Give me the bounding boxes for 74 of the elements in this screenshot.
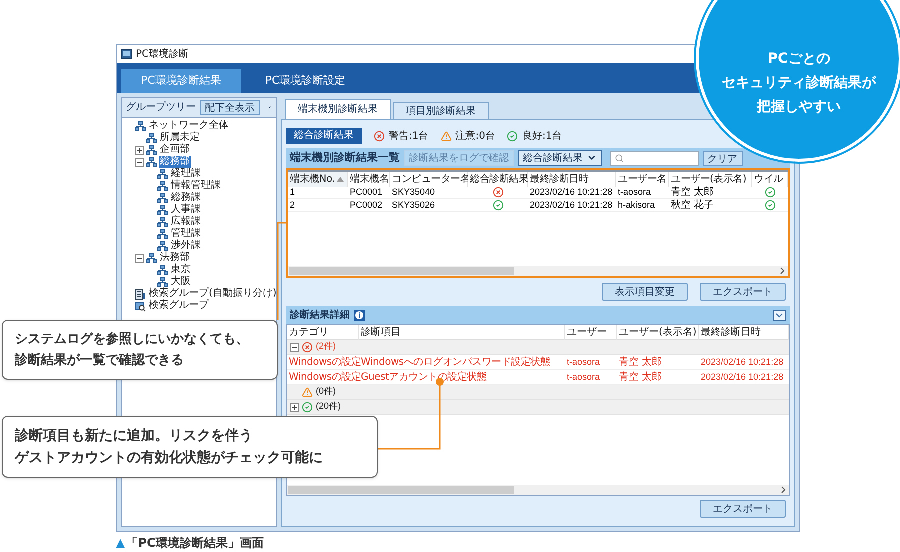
tree-item[interactable]: 企画部 bbox=[159, 144, 191, 156]
table-cell-text: PC0002 bbox=[349, 199, 384, 212]
callout-text: 診断項目も新たに追加。リスクを伴う ゲストアカウントの有効化状態がチェック可能に bbox=[15, 426, 324, 468]
summary-count: 良好:1台 bbox=[522, 130, 562, 144]
tree-item[interactable]: 経理課 bbox=[170, 168, 202, 180]
detail-title: 診断結果詳細 bbox=[290, 308, 350, 322]
export-button[interactable]: エクスポート bbox=[700, 500, 786, 518]
group-count: (2件) bbox=[316, 340, 336, 354]
show-all-button[interactable]: 配下全表示 bbox=[200, 100, 260, 115]
table-cell-text: 2 bbox=[289, 199, 296, 212]
tree-item[interactable]: 人事課 bbox=[170, 204, 202, 216]
tree-item[interactable]: 広報課 bbox=[170, 216, 202, 228]
filter-dropdown[interactable]: 総合診断結果 bbox=[518, 150, 602, 166]
table-cell-text: Windowsの設定 bbox=[288, 370, 359, 385]
table-cell-text: SKY35026 bbox=[391, 199, 436, 212]
tree-item[interactable]: 渉外課 bbox=[170, 240, 202, 252]
table-cell-text: 2023/02/16 10:21:28 bbox=[529, 186, 614, 199]
table-cell-text: h-akisora bbox=[617, 199, 656, 212]
panel-title: グループツリー bbox=[126, 100, 196, 115]
tree-item[interactable]: 情報管理課 bbox=[170, 180, 222, 192]
result-tab[interactable]: 項目別診断結果 bbox=[393, 102, 489, 119]
table-cell-text: PC0001 bbox=[349, 186, 384, 199]
tree-item[interactable]: 検索グループ(自動振り分け) bbox=[148, 288, 278, 300]
table-cell-text: t-aosora bbox=[566, 356, 602, 369]
callout-text: システムログを参照しにいかなくても、 診断結果が一覧で確認できる bbox=[15, 331, 250, 370]
summary-count: 注意:0台 bbox=[456, 130, 496, 144]
column-header[interactable]: ユーザー(表示名) bbox=[619, 325, 697, 340]
summary-label: 総合診断結果 bbox=[286, 128, 362, 144]
tree-item[interactable]: 東京 bbox=[170, 264, 192, 276]
table-cell-text: 2023/02/16 10:21:28 bbox=[700, 371, 785, 384]
table-cell-text: SKY35040 bbox=[391, 186, 436, 199]
column-header[interactable]: 端末機No. bbox=[288, 172, 348, 187]
group-count: (20件) bbox=[316, 400, 342, 414]
toolbar-button[interactable]: 表示項目変更 bbox=[602, 283, 688, 301]
column-header[interactable]: 端末機名 bbox=[348, 172, 390, 187]
table-cell-text: 青空 太郎 bbox=[670, 186, 716, 199]
column-header[interactable]: ユーザー名 bbox=[616, 172, 669, 187]
table-cell-text: 秋空 花子 bbox=[670, 199, 716, 212]
tree-item[interactable]: 管理課 bbox=[170, 228, 202, 240]
table-cell-text: t-aosora bbox=[566, 371, 602, 384]
column-header[interactable]: ユーザー(表示名) bbox=[669, 172, 752, 187]
tree-item[interactable]: 検索グループ bbox=[148, 300, 210, 312]
window-title: PC環境診断 bbox=[136, 48, 190, 62]
column-header[interactable]: 総合診断結果 bbox=[468, 172, 528, 187]
tree-item[interactable]: ネットワーク全体 bbox=[148, 120, 230, 132]
column-header[interactable]: 最終診断日時 bbox=[528, 172, 616, 187]
tree-item[interactable]: 法務部 bbox=[159, 252, 191, 264]
result-tab[interactable]: 端末機別診断結果 bbox=[285, 99, 391, 119]
toolbar-button[interactable]: エクスポート bbox=[700, 283, 786, 301]
tree-item[interactable]: 総務部 bbox=[159, 156, 191, 168]
nav-tab[interactable]: PC環境診断設定 bbox=[245, 69, 366, 93]
table-cell-text: 青空 太郎 bbox=[618, 370, 664, 385]
column-header[interactable]: 診断項目 bbox=[361, 325, 401, 340]
table-cell-text: Windowsの設定 bbox=[288, 356, 359, 370]
table-cell-text: 2023/02/16 10:21:28 bbox=[700, 356, 785, 369]
group-count: (0件) bbox=[316, 385, 336, 398]
column-header[interactable]: ウイル bbox=[752, 172, 788, 187]
highlight-text: PCごとの セキュリティ診断結果が 把握しやすい bbox=[722, 50, 876, 117]
table-cell-text: t-aosora bbox=[617, 186, 652, 199]
list-title: 端末機別診断結果一覧 bbox=[290, 150, 400, 166]
caption: 「PC環境診断結果」画面 bbox=[126, 535, 264, 552]
clear-button[interactable]: クリア bbox=[702, 150, 743, 166]
tree-item[interactable]: 所属未定 bbox=[159, 132, 201, 144]
table-cell-text: 青空 太郎 bbox=[618, 356, 664, 370]
tree-item[interactable]: 総務課 bbox=[170, 192, 202, 204]
column-header[interactable]: カテゴリ bbox=[289, 325, 329, 340]
table-cell-text: Windowsへのログオンパスワード設定状態 bbox=[361, 356, 552, 370]
column-header[interactable]: 最終診断日時 bbox=[701, 325, 761, 340]
tree-item[interactable]: 大阪 bbox=[170, 276, 192, 288]
caption-marker: ▲ bbox=[116, 535, 126, 552]
table-cell-text: 1 bbox=[289, 186, 296, 199]
table-cell-text: 2023/02/16 10:21:28 bbox=[529, 199, 614, 212]
column-header[interactable]: ユーザー bbox=[567, 325, 607, 340]
summary-count: 警告:1台 bbox=[389, 130, 429, 144]
